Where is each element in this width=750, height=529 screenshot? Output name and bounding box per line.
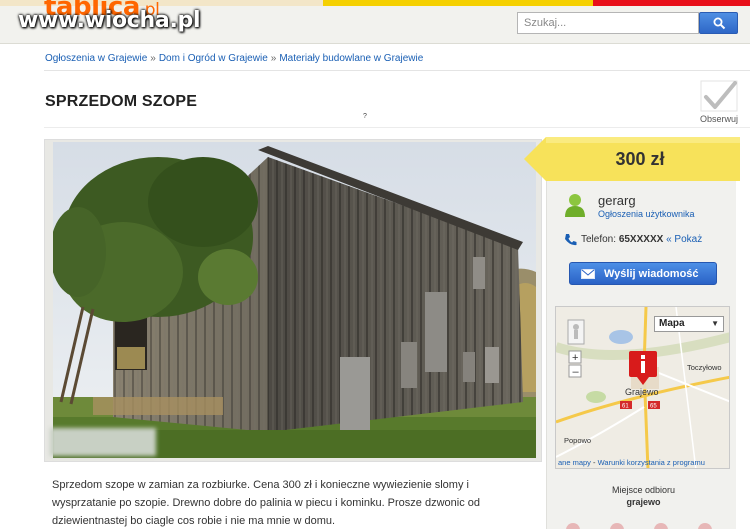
send-message-label: Wyślij wiadomość bbox=[604, 268, 699, 280]
send-message-button[interactable]: Wyślij wiadomość bbox=[569, 262, 717, 285]
phone-icon bbox=[565, 234, 577, 246]
breadcrumb-sep: » bbox=[150, 53, 156, 64]
blurred-area bbox=[50, 428, 156, 456]
observe-button[interactable]: Obserwuj bbox=[697, 80, 741, 124]
map-type-label: Mapa bbox=[659, 318, 685, 329]
search-input[interactable]: Szukaj... bbox=[517, 12, 699, 34]
map-road-label: 65 bbox=[650, 404, 657, 410]
listing-description: Sprzedom szope w zamian za rozbiurke. Ce… bbox=[52, 479, 481, 527]
wall-patch bbox=[401, 342, 417, 388]
strip-red bbox=[593, 0, 750, 6]
map-label-southwest: Popowo bbox=[564, 436, 591, 445]
page-title: SPRZEDOM SZOPE bbox=[45, 93, 198, 110]
seller-ads-link[interactable]: Ogłoszenia użytkownika bbox=[598, 209, 695, 219]
phone-number: 65XXXXX bbox=[618, 234, 664, 245]
divider bbox=[44, 70, 750, 71]
breadcrumb: Ogłoszenia w Grajewie» Dom i Ogród w Graj… bbox=[45, 53, 423, 64]
map-footer-sep: - bbox=[590, 458, 598, 467]
price: 300 zł bbox=[615, 149, 665, 169]
map-label-town: Grajewo bbox=[625, 387, 659, 397]
phone-label: Telefon: bbox=[581, 234, 617, 245]
map-footer: ane mapy - Warunki korzystania z program… bbox=[558, 458, 705, 467]
search-icon bbox=[713, 17, 726, 30]
tree-foliage bbox=[148, 157, 258, 247]
wall-patch bbox=[485, 347, 499, 383]
phone-row: Telefon: 65XXXXX « Pokaż bbox=[581, 234, 702, 245]
observe-label: Obserwuj bbox=[699, 114, 738, 124]
watermark: www.wiocha.pl bbox=[18, 8, 201, 33]
strip-yellow bbox=[323, 0, 593, 6]
breadcrumb-sep: » bbox=[270, 53, 277, 64]
hay-ground bbox=[93, 397, 223, 415]
map-terms-link[interactable]: Warunki korzystania z programu bbox=[598, 458, 705, 467]
wall-patch bbox=[340, 357, 370, 437]
breadcrumb-link-1[interactable]: Ogłoszenia w Grajewie bbox=[45, 53, 147, 64]
pickup-label: Miejsce odbioru bbox=[611, 485, 676, 495]
map-label-north: Toczyłowo bbox=[687, 363, 722, 372]
breadcrumb-link-3[interactable]: Materiały budowlane w Grajewie bbox=[279, 53, 423, 64]
show-phone-link[interactable]: « Pokaż bbox=[666, 234, 702, 245]
chevron-down-icon: ▼ bbox=[711, 319, 719, 328]
map-type-select[interactable]: Mapa ▼ bbox=[654, 316, 724, 332]
wall-patch bbox=[463, 352, 475, 382]
site-header: tablica.pl www.wiocha.pl Szukaj... bbox=[0, 0, 750, 44]
seller-name: gerarg bbox=[598, 193, 636, 208]
wall-patch bbox=[425, 292, 447, 372]
envelope-icon bbox=[581, 269, 595, 279]
photo-gallery bbox=[44, 139, 542, 462]
page: tablica.pl www.wiocha.pl Szukaj... Ogłos… bbox=[0, 0, 750, 529]
tree-foliage bbox=[198, 249, 258, 305]
svg-text:+: + bbox=[572, 352, 578, 364]
wall-patch bbox=[473, 257, 485, 289]
svg-text:–: – bbox=[573, 366, 580, 378]
stray-mark: ? bbox=[363, 113, 367, 120]
hay bbox=[117, 347, 145, 369]
map-road-label: 61 bbox=[622, 404, 629, 410]
checkmark-icon bbox=[700, 80, 738, 112]
listing-photo[interactable] bbox=[53, 142, 536, 458]
pickup-value: grajewo bbox=[626, 497, 661, 507]
divider bbox=[44, 127, 750, 128]
map-data-link[interactable]: ane mapy bbox=[558, 458, 591, 467]
search-button[interactable] bbox=[699, 12, 738, 34]
partial-icons bbox=[566, 523, 712, 529]
breadcrumb-link-2[interactable]: Dom i Ogród w Grajewie bbox=[159, 53, 268, 64]
user-icon bbox=[565, 194, 585, 217]
